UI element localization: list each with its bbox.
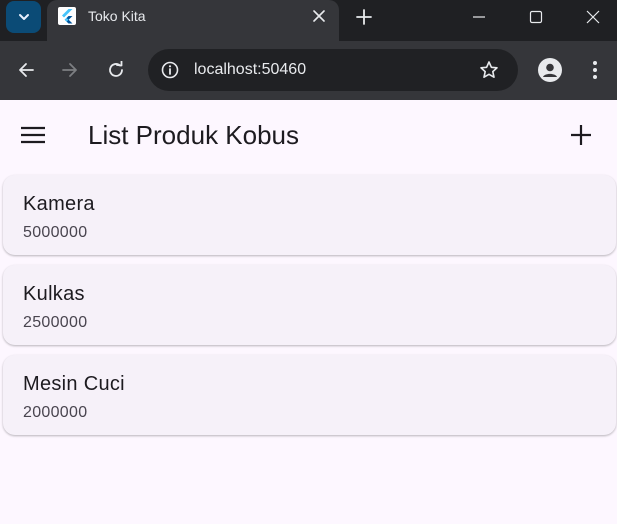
page-title: List Produk Kobus (88, 120, 300, 150)
tab-title: Toko Kita (88, 8, 146, 24)
minimize-icon (473, 16, 485, 18)
profile-button[interactable] (537, 57, 563, 83)
browser-toolbar: localhost:50460 (0, 41, 617, 100)
product-price: 2000000 (23, 404, 88, 421)
arrow-left-icon (19, 63, 34, 77)
maximize-icon (529, 10, 543, 24)
browser-tab-active[interactable]: Toko Kita (47, 0, 339, 41)
close-icon[interactable] (309, 6, 329, 26)
minimize-button[interactable] (466, 4, 492, 30)
menu-button[interactable] (15, 121, 51, 149)
person-icon (538, 58, 562, 82)
product-card[interactable]: Kulkas 2500000 (3, 265, 616, 345)
plus-icon (356, 9, 372, 25)
url-text[interactable]: localhost:50460 (194, 61, 306, 79)
address-bar[interactable]: localhost:50460 (148, 49, 518, 91)
new-tab-button[interactable] (352, 5, 376, 29)
maximize-button[interactable] (523, 4, 549, 30)
star-icon[interactable] (478, 59, 500, 81)
arrow-right-icon (62, 63, 77, 77)
reload-icon (109, 61, 123, 77)
product-name: Mesin Cuci (23, 373, 125, 395)
close-window-button[interactable] (580, 4, 606, 30)
product-card[interactable]: Kamera 5000000 (3, 175, 616, 255)
info-icon[interactable] (160, 60, 180, 80)
close-icon (586, 10, 600, 24)
back-button[interactable] (14, 58, 38, 82)
reload-button[interactable] (104, 58, 128, 82)
product-name: Kulkas (23, 283, 85, 305)
tab-search-button[interactable] (6, 1, 41, 33)
product-name: Kamera (23, 193, 95, 215)
product-card[interactable]: Mesin Cuci 2000000 (3, 355, 616, 435)
chevron-down-icon (18, 14, 29, 20)
app-bar: List Produk Kobus (0, 100, 617, 170)
product-price: 2500000 (23, 314, 88, 331)
product-price: 5000000 (23, 224, 88, 241)
hamburger-icon (21, 126, 45, 144)
browser-tabstrip: Toko Kita (0, 0, 617, 41)
app-viewport: List Produk Kobus Kamera 5000000 Kulkas … (0, 100, 617, 524)
plus-icon (571, 125, 591, 145)
browser-menu-button[interactable] (584, 57, 606, 83)
add-product-button[interactable] (566, 120, 596, 150)
flutter-icon (58, 7, 76, 25)
kebab-icon (593, 61, 597, 79)
forward-button[interactable] (58, 58, 82, 82)
